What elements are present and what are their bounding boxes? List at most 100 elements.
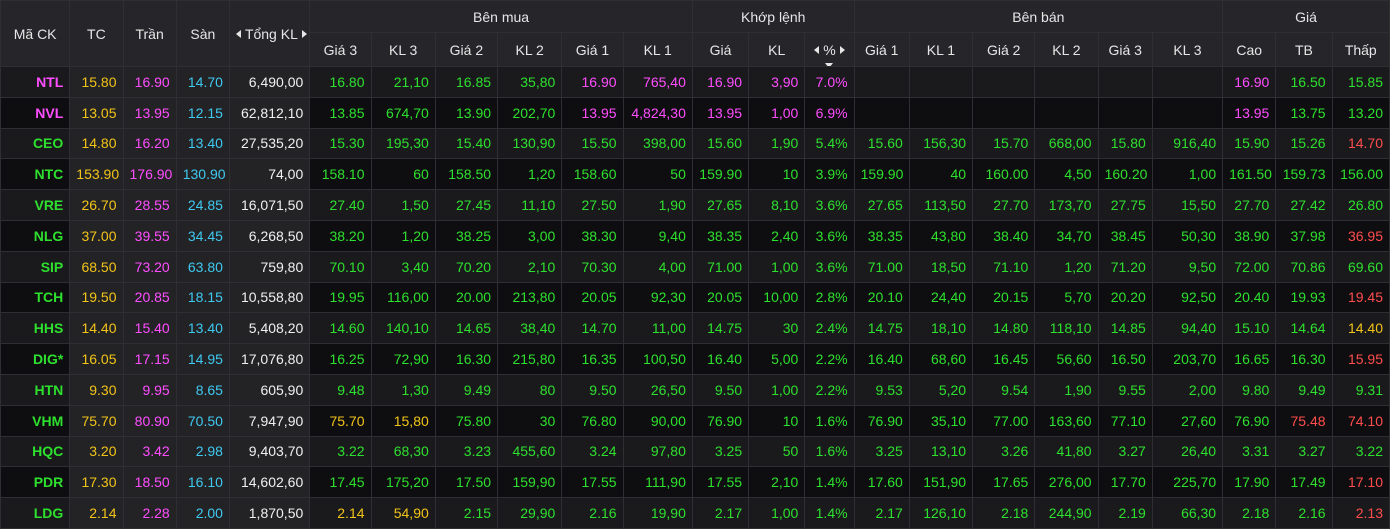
symbol-cell[interactable]: CEO xyxy=(0,127,71,160)
col-buy-vol2-header[interactable]: KL 2 xyxy=(497,32,563,67)
buy-vol1-cell: 4,00 xyxy=(622,250,693,283)
sell-vol3-cell xyxy=(1151,66,1224,98)
table-row[interactable]: NLG 37.00 39.55 34.45 6,268,50 38.20 1,20 38.25… xyxy=(0,219,1390,252)
sell-vol2-cell: 163,60 xyxy=(1034,404,1099,437)
col-sell-vol1-header[interactable]: KL 1 xyxy=(908,32,974,67)
table-row[interactable]: NTL 15.80 16.90 14.70 6,490,00 16.80 21,10 16.8… xyxy=(0,66,1390,98)
price-high-cell: 15.10 xyxy=(1222,312,1277,345)
symbol-cell[interactable]: NTL xyxy=(0,66,71,98)
symbol-cell[interactable]: PDR xyxy=(0,466,71,499)
symbol-cell[interactable]: DIG* xyxy=(0,343,71,375)
price-high-cell: 9.80 xyxy=(1222,373,1277,406)
symbol-cell[interactable]: HQC xyxy=(0,435,71,468)
symbol-cell[interactable]: NVL xyxy=(0,96,71,129)
table-row[interactable]: LDG 2.14 2.28 2.00 1,870,50 2.14 54,90 2.15 29,9… xyxy=(0,497,1390,529)
symbol-cell[interactable]: NTC xyxy=(0,158,71,191)
table-row[interactable]: VHM 75.70 80.90 70.50 7,947,90 75.70 15,80 75.8… xyxy=(0,404,1390,437)
col-floor-header[interactable]: Sàn xyxy=(175,0,230,67)
col-buy-price3-header[interactable]: Giá 3 xyxy=(309,32,372,67)
col-sell-price1-header[interactable]: Giá 1 xyxy=(853,32,910,67)
sell-vol2-cell: 5,70 xyxy=(1034,281,1099,314)
match-price-cell: 3.25 xyxy=(691,435,750,468)
table-row[interactable]: HQC 3.20 3.42 2.98 9,403,70 3.22 68,30 3.23 455,… xyxy=(0,435,1390,468)
table-row[interactable]: CEO 14.80 16.20 13.40 27,535,20 15.30 195,30 15… xyxy=(0,127,1390,160)
arrow-left-icon[interactable] xyxy=(235,30,241,38)
match-price-cell: 9.50 xyxy=(691,373,750,406)
sell-vol3-cell: 94,40 xyxy=(1151,312,1224,345)
table-row[interactable]: HHS 14.40 15.40 13.40 5,408,20 14.60 140,10 14.… xyxy=(0,312,1390,345)
total-vol-sort[interactable]: Tổng KL xyxy=(235,26,307,42)
buy-price3-cell: 14.60 xyxy=(309,312,372,345)
floor-price-cell: 14.95 xyxy=(175,343,230,375)
buy-price3-cell: 70.10 xyxy=(309,250,372,283)
match-price-cell: 159.90 xyxy=(691,158,750,191)
col-sell-vol2-header[interactable]: KL 2 xyxy=(1034,32,1099,67)
match-price-cell: 13.95 xyxy=(691,96,750,129)
symbol-cell[interactable]: NLG xyxy=(0,219,71,252)
col-ref-header[interactable]: TC xyxy=(69,0,124,67)
buy-price3-cell: 2.14 xyxy=(309,497,372,529)
symbol-cell[interactable]: HTN xyxy=(0,373,71,406)
sell-vol1-cell: 18,50 xyxy=(908,250,974,283)
col-sell-price3-header[interactable]: Giá 3 xyxy=(1097,32,1153,67)
match-pct-cell: 2.2% xyxy=(804,373,855,406)
ceil-price-cell: 2.28 xyxy=(122,497,177,529)
table-row[interactable]: VRE 26.70 28.55 24.85 16,071,50 27.40 1,50 27.4… xyxy=(0,189,1390,221)
total-volume-cell: 1,870,50 xyxy=(228,497,311,529)
col-sell-price2-header[interactable]: Giá 2 xyxy=(972,32,1036,67)
total-volume-cell: 5,408,20 xyxy=(228,312,311,345)
sell-price2-cell: 71.10 xyxy=(972,250,1036,283)
col-match-pct-header[interactable]: % xyxy=(804,32,855,67)
symbol-cell[interactable]: SIP xyxy=(0,250,71,283)
col-sell-vol3-header[interactable]: KL 3 xyxy=(1151,32,1224,67)
match-pct-cell: 7.0% xyxy=(804,66,855,98)
price-low-cell: 15.95 xyxy=(1331,343,1390,375)
col-ceil-header[interactable]: Trần xyxy=(122,0,177,67)
table-row[interactable]: NTC 153.90 176.90 130.90 74,00 158.10 60 158.50… xyxy=(0,158,1390,191)
table-row[interactable]: SIP 68.50 73.20 63.80 759,80 70.10 3,40 70.20 2,… xyxy=(0,250,1390,283)
sort-desc-icon[interactable] xyxy=(825,63,834,66)
symbol-cell[interactable]: TCH xyxy=(0,281,71,314)
buy-price3-cell: 9.48 xyxy=(309,373,372,406)
sell-vol3-cell xyxy=(1151,96,1224,129)
arrow-right-icon[interactable] xyxy=(839,46,845,54)
price-high-cell: 13.95 xyxy=(1222,96,1277,129)
col-match-vol-header[interactable]: KL xyxy=(748,32,806,67)
sell-vol3-cell: 203,70 xyxy=(1151,343,1224,375)
match-vol-cell: 1,90 xyxy=(748,127,806,160)
symbol-cell[interactable]: VHM xyxy=(0,404,71,437)
col-low-header[interactable]: Thấp xyxy=(1331,32,1390,67)
arrow-left-icon[interactable] xyxy=(814,46,820,54)
col-high-header[interactable]: Cao xyxy=(1222,32,1277,67)
buy-vol2-cell: 130,90 xyxy=(497,127,563,160)
arrow-right-icon[interactable] xyxy=(301,30,307,38)
board-body: NTL 15.80 16.90 14.70 6,490,00 16.80 21,10 16.8… xyxy=(0,66,1390,529)
buy-price1-cell: 16.35 xyxy=(561,343,624,375)
col-total-vol-header[interactable]: Tổng KL xyxy=(228,0,311,67)
table-row[interactable]: TCH 19.50 20.85 18.15 10,558,80 19.95 116,00 20… xyxy=(0,281,1390,314)
symbol-cell[interactable]: LDG xyxy=(0,497,71,529)
buy-price3-cell: 16.25 xyxy=(309,343,372,375)
symbol-cell[interactable]: VRE xyxy=(0,189,71,221)
price-avg-cell: 75.48 xyxy=(1275,404,1333,437)
col-avg-header[interactable]: TB xyxy=(1275,32,1333,67)
buy-price3-cell: 19.95 xyxy=(309,281,372,314)
ref-price-cell: 19.50 xyxy=(69,281,124,314)
table-row[interactable]: HTN 9.30 9.95 8.65 605,90 9.48 1,30 9.49 80 9.50 2… xyxy=(0,373,1390,406)
sell-price1-cell: 3.25 xyxy=(853,435,910,468)
table-row[interactable]: NVL 13.05 13.95 12.15 62,812,10 13.85 674,70 13… xyxy=(0,96,1390,129)
table-row[interactable]: DIG* 16.05 17.15 14.95 17,076,80 16.25 72,90 16… xyxy=(0,343,1390,375)
sell-vol2-cell: 244,90 xyxy=(1034,497,1099,529)
col-symbol-header[interactable]: Mã CK xyxy=(0,0,71,67)
sell-vol3-cell: 9,50 xyxy=(1151,250,1224,283)
col-buy-price1-header[interactable]: Giá 1 xyxy=(561,32,624,67)
col-buy-vol3-header[interactable]: KL 3 xyxy=(370,32,436,67)
price-avg-cell: 17.49 xyxy=(1275,466,1333,499)
symbol-cell[interactable]: HHS xyxy=(0,312,71,345)
col-buy-vol1-header[interactable]: KL 1 xyxy=(622,32,693,67)
col-match-price-header[interactable]: Giá xyxy=(691,32,750,67)
table-row[interactable]: PDR 17.30 18.50 16.10 14,602,60 17.45 175,20 17… xyxy=(0,466,1390,499)
buy-price1-cell: 27.50 xyxy=(561,189,624,221)
col-buy-price2-header[interactable]: Giá 2 xyxy=(434,32,499,67)
pct-sort[interactable]: % xyxy=(814,42,845,66)
